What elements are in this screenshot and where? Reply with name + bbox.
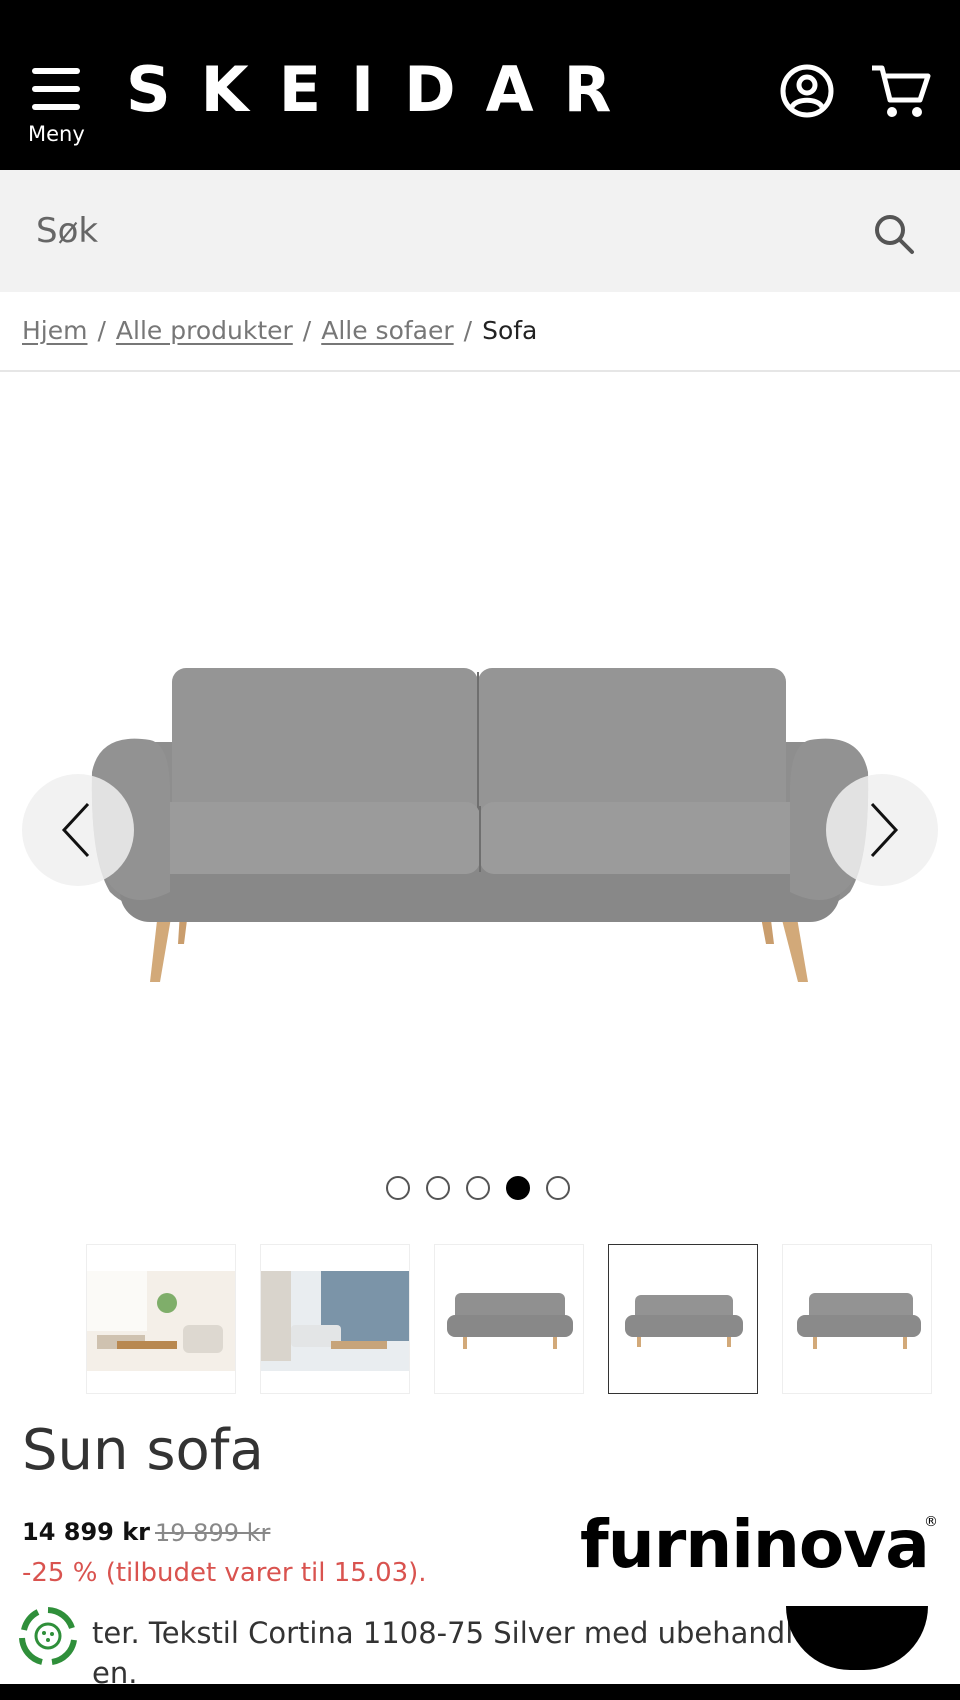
gallery-dot[interactable] xyxy=(426,1176,450,1200)
product-title: Sun sofa xyxy=(22,1418,264,1483)
thumbnail-image xyxy=(261,1271,409,1371)
product-price: 14 899 kr xyxy=(22,1518,151,1546)
breadcrumb: Hjem / Alle produkter / Alle sofaer / Sofa xyxy=(22,316,537,345)
breadcrumb-home[interactable]: Hjem xyxy=(22,316,87,345)
chat-button[interactable] xyxy=(786,1606,928,1670)
user-circle-icon xyxy=(780,64,834,118)
recycle-icon xyxy=(19,1607,77,1665)
gallery-dot[interactable] xyxy=(386,1176,410,1200)
thumbnail[interactable] xyxy=(782,1244,932,1394)
thumbnail-image xyxy=(87,1271,235,1371)
breadcrumb-all-sofas[interactable]: Alle sofaer xyxy=(321,316,453,345)
thumbnail-image xyxy=(797,1293,921,1349)
product-description: ter. Tekstil Cortina 1108-75 Silver med … xyxy=(92,1616,812,1650)
thumbnail-image xyxy=(625,1295,743,1347)
search-button[interactable] xyxy=(872,212,916,256)
product-old-price: 19 899 kr xyxy=(155,1519,271,1547)
eco-badge[interactable] xyxy=(16,1604,80,1668)
gallery-dot-active[interactable] xyxy=(506,1176,530,1200)
product-gallery[interactable] xyxy=(0,372,960,1172)
brand-logo: furninova xyxy=(580,1506,930,1583)
chevron-right-icon xyxy=(870,802,899,858)
bottom-bar xyxy=(0,1684,960,1700)
gallery-prev-button[interactable] xyxy=(22,774,134,886)
breadcrumb-separator: / xyxy=(463,316,473,345)
search-bar xyxy=(0,170,960,292)
site-header: Meny SKEIDAR xyxy=(0,0,960,170)
breadcrumb-all-products[interactable]: Alle produkter xyxy=(116,316,293,345)
cart-button[interactable] xyxy=(870,62,931,120)
menu-button[interactable]: Meny xyxy=(28,62,88,152)
gallery-next-button[interactable] xyxy=(826,774,938,886)
thumbnail[interactable] xyxy=(260,1244,410,1394)
chevron-left-icon xyxy=(61,802,90,858)
breadcrumb-separator: / xyxy=(97,316,106,345)
product-image xyxy=(91,668,869,982)
gallery-dot[interactable] xyxy=(466,1176,490,1200)
thumbnail-strip xyxy=(86,1244,960,1396)
site-logo[interactable]: SKEIDAR xyxy=(126,58,641,122)
thumbnail[interactable] xyxy=(434,1244,584,1394)
breadcrumb-current: Sofa xyxy=(482,316,538,345)
search-input[interactable] xyxy=(36,200,856,262)
gallery-dot[interactable] xyxy=(546,1176,570,1200)
cart-icon xyxy=(872,65,931,117)
thumbnail[interactable] xyxy=(86,1244,236,1394)
breadcrumb-separator: / xyxy=(302,316,312,345)
hamburger-icon xyxy=(32,68,80,112)
thumbnail-active[interactable] xyxy=(608,1244,758,1394)
menu-label: Meny xyxy=(28,122,85,146)
account-button[interactable] xyxy=(778,62,836,120)
discount-text: -25 % (tilbudet varer til 15.03). xyxy=(22,1558,427,1588)
thumbnail-image xyxy=(447,1293,573,1349)
search-icon xyxy=(875,215,914,254)
brand-registered-mark: ® xyxy=(924,1514,938,1530)
